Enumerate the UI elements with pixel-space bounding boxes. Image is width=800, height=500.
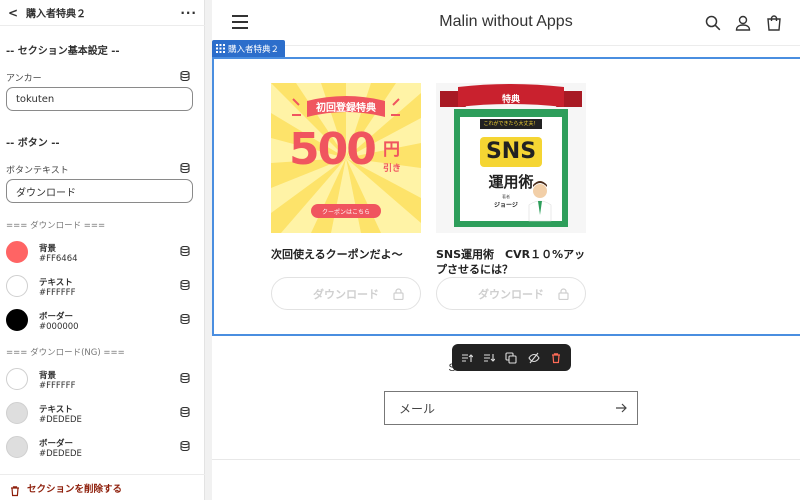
color-setting-row[interactable]: ボーダー #000000 <box>6 307 196 335</box>
duplicate-icon[interactable] <box>503 350 519 366</box>
color-setting-name: 背景 <box>39 244 57 254</box>
delete-section-button[interactable]: セクションを削除する <box>0 474 205 500</box>
database-icon[interactable] <box>180 280 190 290</box>
color-setting-hex: #FF6464 <box>39 254 78 264</box>
database-icon[interactable] <box>180 373 190 383</box>
sidebar-header: < 購入者特典２ ··· <box>0 0 205 26</box>
move-down-icon[interactable] <box>481 350 497 366</box>
footer-divider <box>212 459 800 460</box>
anchor-input[interactable]: tokuten <box>6 87 193 111</box>
hide-icon[interactable] <box>526 350 542 366</box>
section-tag-label: 購入者特典２ <box>228 44 280 55</box>
email-placeholder: メール <box>399 401 436 416</box>
selected-section-outline[interactable] <box>212 57 800 336</box>
trash-icon[interactable] <box>548 350 564 366</box>
color-swatch[interactable] <box>6 309 28 331</box>
database-icon[interactable] <box>180 407 190 417</box>
section-name: 購入者特典２ <box>26 9 86 20</box>
database-icon[interactable] <box>180 71 190 81</box>
color-swatch[interactable] <box>6 402 28 424</box>
color-swatch[interactable] <box>6 241 28 263</box>
color-setting-row[interactable]: 背景 #FFFFFF <box>6 366 196 394</box>
search-icon[interactable] <box>704 14 722 32</box>
color-setting-row[interactable]: テキスト #DEDEDE <box>6 400 196 428</box>
color-setting-hex: #DEDEDE <box>39 449 82 459</box>
account-icon[interactable] <box>734 14 752 32</box>
color-setting-name: 背景 <box>39 371 57 381</box>
color-setting-hex: #FFFFFF <box>39 288 76 298</box>
color-swatch[interactable] <box>6 436 28 458</box>
cart-icon[interactable] <box>765 14 783 32</box>
database-icon[interactable] <box>180 314 190 324</box>
basic-settings-heading: -- セクション基本設定 -- <box>6 46 120 57</box>
color-setting-name: テキスト <box>39 278 73 288</box>
arrow-right-icon[interactable] <box>615 402 627 414</box>
download-color-group-label: === ダウンロード === <box>6 221 106 231</box>
delete-section-label: セクションを削除する <box>27 483 123 495</box>
grid-icon <box>216 44 225 53</box>
color-setting-row[interactable]: テキスト #FFFFFF <box>6 273 196 301</box>
more-icon[interactable]: ··· <box>180 6 197 20</box>
color-setting-row[interactable]: 背景 #FF6464 <box>6 239 196 267</box>
settings-sidebar: < 購入者特典２ ··· -- セクション基本設定 -- アンカー tokute… <box>0 0 205 500</box>
color-setting-hex: #000000 <box>39 322 79 332</box>
button-heading: -- ボタン -- <box>6 138 60 149</box>
back-arrow-icon[interactable]: < <box>8 6 22 20</box>
color-setting-name: テキスト <box>39 405 73 415</box>
database-icon[interactable] <box>180 441 190 451</box>
color-setting-name: ボーダー <box>39 312 74 322</box>
database-icon[interactable] <box>180 246 190 256</box>
anchor-label: アンカー <box>6 74 42 84</box>
color-setting-hex: #FFFFFF <box>39 381 76 391</box>
button-text-input[interactable]: ダウンロード <box>6 179 193 203</box>
section-tag[interactable]: 購入者特典２ <box>212 40 286 57</box>
move-up-icon[interactable] <box>459 350 475 366</box>
color-setting-name: ボーダー <box>39 439 74 449</box>
database-icon[interactable] <box>180 163 190 173</box>
color-swatch[interactable] <box>6 368 28 390</box>
section-toolbar <box>452 344 571 371</box>
trash-icon <box>9 482 21 496</box>
store-preview: Malin without Apps 購入者特典２ 初回登録特典 500 円 引… <box>212 0 800 500</box>
store-header: Malin without Apps <box>212 0 800 46</box>
download-ng-color-group-label: === ダウンロード(NG) === <box>6 348 125 358</box>
color-setting-row[interactable]: ボーダー #DEDEDE <box>6 434 196 462</box>
color-setting-hex: #DEDEDE <box>39 415 82 425</box>
color-swatch[interactable] <box>6 275 28 297</box>
button-text-label: ボタンテキスト <box>6 166 69 176</box>
email-input[interactable]: メール <box>384 391 638 425</box>
